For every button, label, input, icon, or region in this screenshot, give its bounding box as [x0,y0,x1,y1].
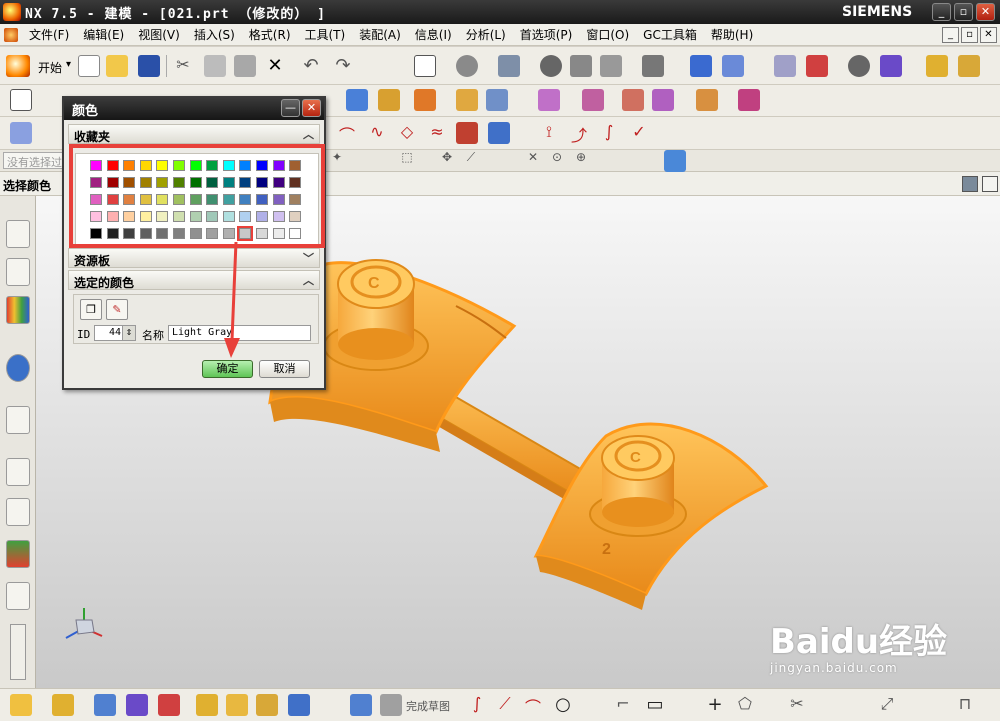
annotation-arrow [230,241,238,341]
baidu-watermark: Baidu经验 jingyan.baidu.com [770,614,947,675]
watermark-title: Baidu经验 [770,622,948,662]
annotation-overlay [224,241,240,358]
annotation-arrowhead [224,338,240,358]
watermark-url: jingyan.baidu.com [770,661,898,675]
